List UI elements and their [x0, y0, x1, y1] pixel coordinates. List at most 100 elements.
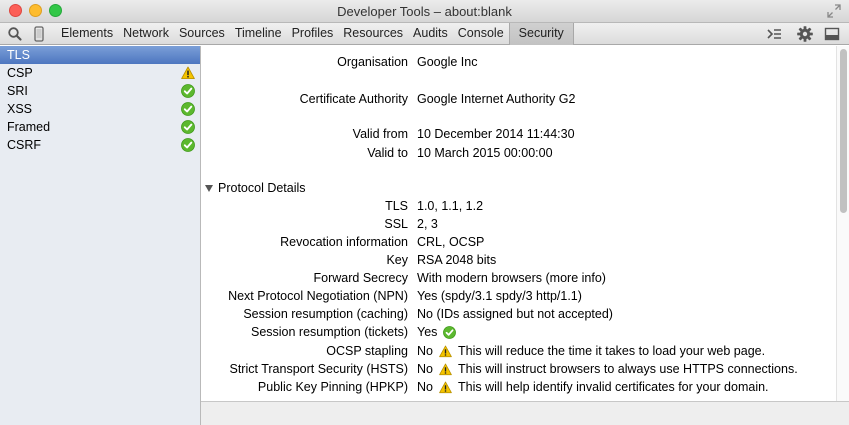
field-value: Google Internet Authority G2 [417, 92, 576, 106]
field-label: TLS [385, 199, 408, 213]
vertical-scrollbar[interactable] [836, 46, 849, 401]
sidebar-item-framed[interactable]: Framed [0, 118, 200, 136]
value-text: No [417, 344, 433, 358]
valid-to-row: Valid to 10 March 2015 00:00:00 [201, 144, 836, 162]
protocol-row: Forward Secrecy With modern browsers (mo… [201, 269, 836, 287]
protocol-row: Session resumption (tickets) Yes [201, 323, 836, 341]
protocol-row: Strict Transport Security (HSTS) No This… [201, 360, 836, 378]
protocol-details-toggle[interactable]: Protocol Details [205, 179, 306, 197]
value-text: Yes [417, 325, 438, 339]
check-icon [181, 84, 195, 98]
fullscreen-icon[interactable] [827, 4, 841, 18]
sidebar-item-label: CSP [7, 66, 33, 80]
organisation-row: Organisation Google Inc [201, 53, 836, 71]
protocol-row: Next Protocol Negotiation (NPN) Yes (spd… [201, 287, 836, 305]
check-icon [443, 326, 456, 339]
search-icon[interactable] [6, 25, 24, 43]
sidebar-item-sri[interactable]: SRI [0, 82, 200, 100]
sidebar-item-csrf[interactable]: CSRF [0, 136, 200, 154]
sidebar-item-xss[interactable]: XSS [0, 100, 200, 118]
field-value: 2, 3 [417, 217, 438, 231]
field-label: Organisation [337, 55, 408, 69]
sidebar-item-label: Framed [7, 120, 51, 134]
warning-icon [439, 345, 452, 358]
tab-elements[interactable]: Elements [56, 23, 118, 45]
protocol-row: SSL 2, 3 [201, 215, 836, 233]
field-value: 1.0, 1.1, 1.2 [417, 199, 484, 213]
field-value: CRL, OCSP [417, 235, 485, 249]
field-value: No This will instruct browsers to always… [417, 360, 798, 378]
sidebar-item-tls[interactable]: TLS [0, 46, 200, 64]
sidebar-item-label: SRI [7, 84, 28, 98]
field-value: RSA 2048 bits [417, 253, 497, 267]
certificate-authority-row: Certificate Authority Google Internet Au… [201, 90, 836, 108]
tab-audits[interactable]: Audits [408, 23, 453, 45]
tab-timeline[interactable]: Timeline [230, 23, 287, 45]
devtools-toolbar: Elements Network Sources Timeline Profil… [0, 23, 849, 45]
field-label: OCSP stapling [326, 344, 408, 358]
field-value: 10 March 2015 00:00:00 [417, 146, 553, 160]
tls-details-panel: Organisation Google Inc Certificate Auth… [201, 46, 836, 401]
field-label: Session resumption (tickets) [250, 325, 408, 339]
scrollbar-thumb[interactable] [840, 49, 847, 213]
field-label: Revocation information [280, 235, 408, 249]
security-sidebar: TLS CSP SRI XSS Framed CSRF [0, 46, 201, 425]
sidebar-item-label: CSRF [7, 138, 42, 152]
warning-icon [439, 381, 452, 394]
sidebar-item-label: XSS [7, 102, 33, 116]
field-label: Public Key Pinning (HPKP) [257, 380, 408, 394]
field-label: Key [386, 253, 408, 267]
field-value: Yes (spdy/3.1 spdy/3 http/1.1) [417, 289, 582, 303]
protocol-row: Revocation information CRL, OCSP [201, 233, 836, 251]
check-icon [181, 138, 195, 152]
recommendation-text: This will reduce the time it takes to lo… [457, 344, 766, 358]
gear-icon[interactable] [796, 25, 814, 43]
protocol-row: Public Key Pinning (HPKP) No This will h… [201, 378, 836, 396]
field-value: No (IDs assigned but not accepted) [417, 307, 613, 321]
recommendation-text: This will instruct browsers to always us… [457, 362, 798, 376]
tab-sources[interactable]: Sources [174, 23, 230, 45]
window-title: Developer Tools – about:blank [337, 4, 512, 19]
field-value: Google Inc [417, 55, 478, 69]
protocol-row: Key RSA 2048 bits [201, 251, 836, 269]
valid-from-row: Valid from 10 December 2014 11:44:30 [201, 125, 836, 143]
field-label: SSL [384, 217, 408, 231]
protocol-row: OCSP stapling No This will reduce the ti… [201, 342, 836, 360]
close-window-button[interactable] [9, 4, 22, 17]
tab-profiles[interactable]: Profiles [287, 23, 339, 45]
recommendation-text: This will help identify invalid certific… [457, 380, 769, 394]
check-icon [181, 120, 195, 134]
warning-icon [439, 363, 452, 376]
tab-network[interactable]: Network [118, 23, 174, 45]
field-label: Certificate Authority [299, 92, 408, 106]
field-value: No This will reduce the time it takes to… [417, 342, 765, 360]
protocol-row: TLS 1.0, 1.1, 1.2 [201, 197, 836, 215]
title-bar: Developer Tools – about:blank [0, 0, 849, 23]
field-label: Next Protocol Negotiation (NPN) [228, 289, 408, 303]
tab-console[interactable]: Console [453, 23, 509, 45]
tab-resources[interactable]: Resources [338, 23, 408, 45]
console-drawer-icon[interactable] [765, 25, 783, 43]
field-label: Valid to [367, 146, 408, 160]
value-text: No [417, 380, 433, 394]
protocol-row: Session resumption (caching) No (IDs ass… [201, 305, 836, 323]
field-value: With modern browsers (more info) [417, 271, 606, 285]
disclosure-triangle-icon [205, 185, 213, 192]
dock-icon[interactable] [823, 25, 841, 43]
tab-security[interactable]: Security [508, 23, 574, 45]
check-icon [181, 102, 195, 116]
sidebar-item-csp[interactable]: CSP [0, 64, 200, 82]
field-label: Strict Transport Security (HSTS) [229, 362, 408, 376]
field-value: No This will help identify invalid certi… [417, 378, 769, 396]
field-value: Yes [417, 323, 462, 341]
value-text: No [417, 362, 433, 376]
field-label: Valid from [352, 127, 408, 141]
panel-tabs: Elements Network Sources Timeline Profil… [56, 23, 574, 45]
minimize-window-button[interactable] [29, 4, 42, 17]
field-label: Session resumption (caching) [243, 307, 408, 321]
sidebar-item-label: TLS [7, 48, 30, 62]
field-label: Forward Secrecy [313, 271, 408, 285]
zoom-window-button[interactable] [49, 4, 62, 17]
warning-icon [181, 66, 195, 80]
device-icon[interactable] [30, 25, 48, 43]
